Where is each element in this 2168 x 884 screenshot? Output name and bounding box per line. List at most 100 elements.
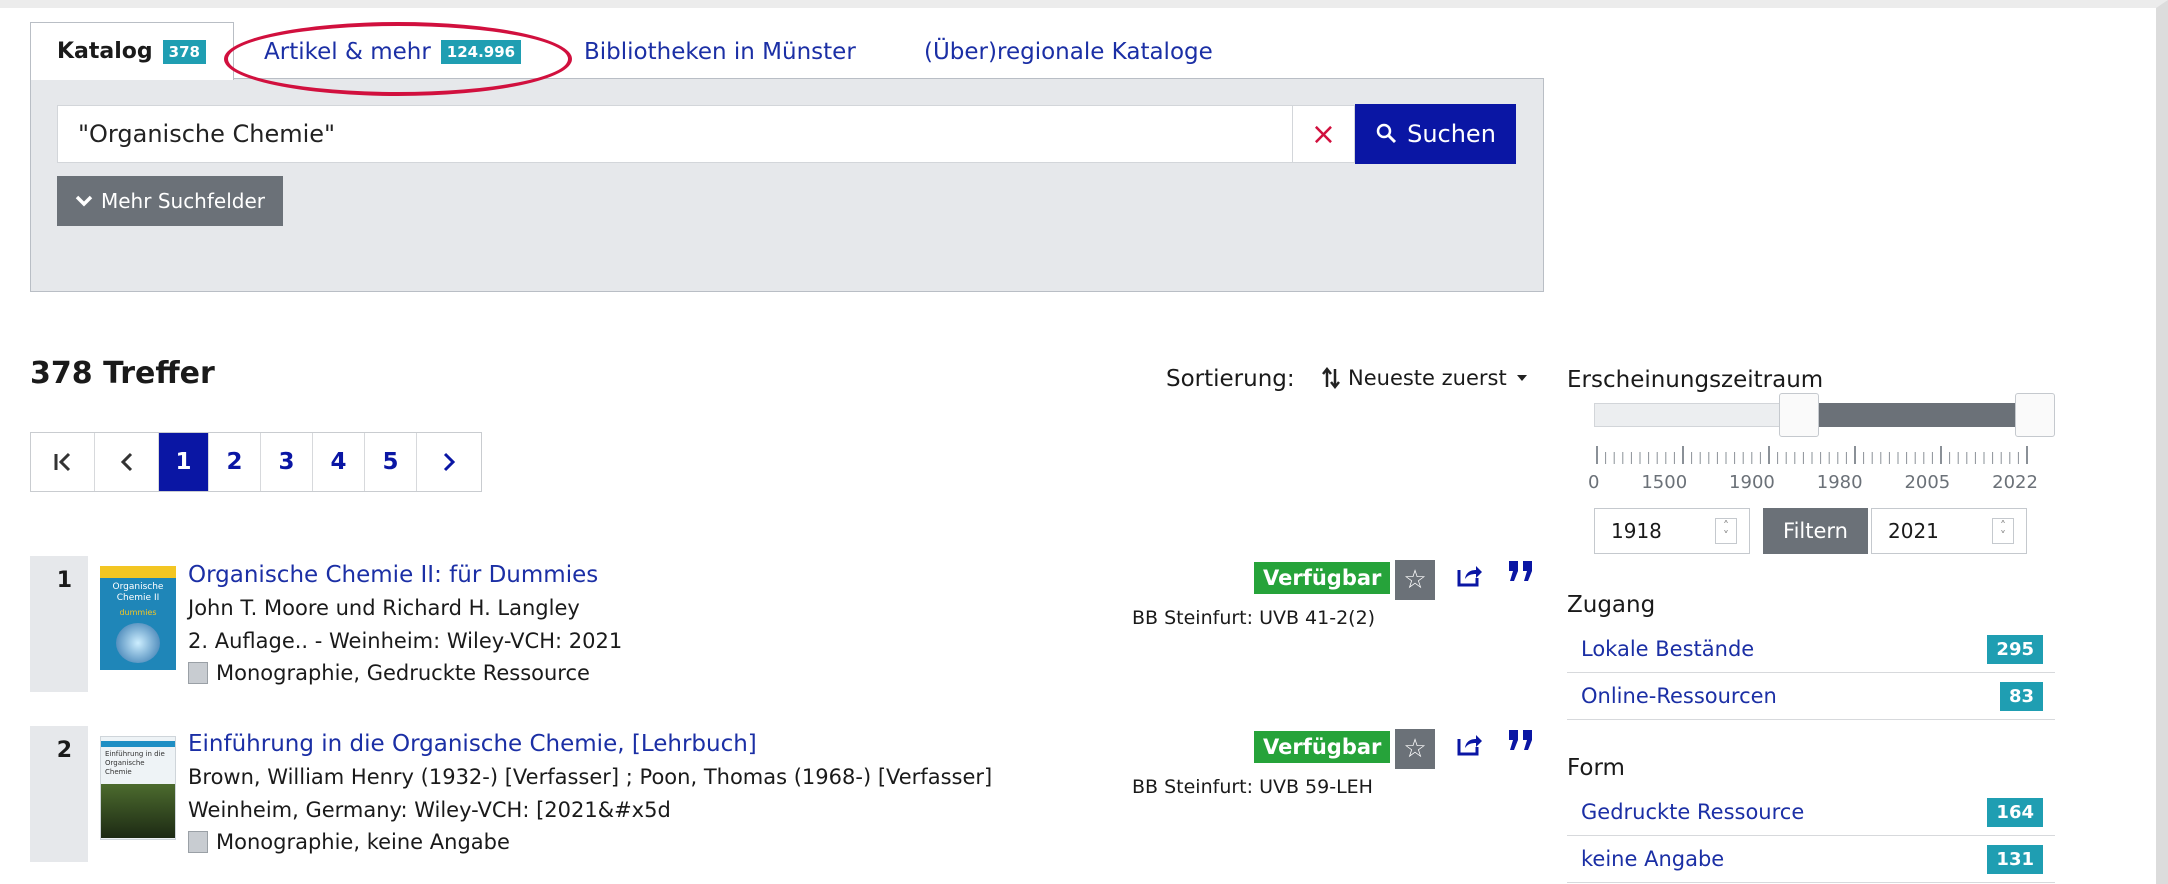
clear-search-button[interactable]: × <box>1293 105 1355 163</box>
page-3[interactable]: 3 <box>261 433 313 491</box>
first-page-icon <box>54 452 70 472</box>
search-input[interactable]: "Organische Chemie" <box>57 105 1293 163</box>
search-icon <box>1376 123 1397 144</box>
tab-regional[interactable]: (Über)regionale Kataloge <box>924 34 1213 70</box>
next-page-button[interactable] <box>417 433 481 491</box>
year-to-value: 2021 <box>1888 519 1939 543</box>
facet-item-label: Gedruckte Ressource <box>1581 800 1805 824</box>
chevron-left-icon <box>120 452 132 472</box>
result-location: BB Steinfurt: UVB 59-LEH <box>1132 776 1373 798</box>
book-cover[interactable]: Einführung in die Organische Chemie <box>100 736 176 840</box>
facet-item-count: 295 <box>1987 634 2043 664</box>
slider-handle-start[interactable] <box>1778 393 1819 437</box>
hits-count: 378 Treffer <box>30 356 215 391</box>
result-title-link[interactable]: Einführung in die Organische Chemie, [Le… <box>188 731 757 757</box>
caret-down-icon <box>1516 375 1527 381</box>
facet-item-count: 83 <box>1999 681 2043 711</box>
cover-title: Einführung in die Organische Chemie <box>105 750 165 776</box>
bookmark-button[interactable]: ☆ <box>1395 560 1435 600</box>
cover-image <box>101 784 175 838</box>
prev-page-button[interactable] <box>95 433 159 491</box>
result-edition: 2. Auflage.. - Weinheim: Wiley-VCH: 2021 <box>188 629 623 653</box>
pagination: 1 2 3 4 5 <box>30 432 482 492</box>
tab-katalog-count: 378 <box>162 39 206 64</box>
cover-title: Organische Chemie II <box>112 582 164 603</box>
page-1[interactable]: 1 <box>159 433 209 491</box>
result-edition: Weinheim, Germany: Wiley-VCH: [2021&#x5d <box>188 798 671 822</box>
cover-brand: dummies <box>119 608 157 617</box>
facet-item-label: Online-Ressourcen <box>1581 684 1777 708</box>
search-button[interactable]: Suchen <box>1355 104 1516 164</box>
facet-item-lokale-bestaende[interactable]: Lokale Bestände 295 <box>1567 626 2055 673</box>
facet-item-count: 164 <box>1987 797 2043 827</box>
page-2[interactable]: 2 <box>209 433 261 491</box>
first-page-button[interactable] <box>31 433 95 491</box>
tick-label: 2005 <box>1904 472 1951 493</box>
share-icon <box>1457 735 1482 756</box>
tab-artikel-count: 124.996 <box>440 40 522 64</box>
share-button[interactable] <box>1456 731 1484 764</box>
close-icon: × <box>1310 116 1337 152</box>
facet-form-title: Form <box>1567 755 1625 781</box>
availability-badge[interactable]: Verfügbar <box>1254 731 1391 763</box>
share-icon <box>1457 566 1482 587</box>
page-4[interactable]: 4 <box>313 433 365 491</box>
year-slider-range <box>1798 403 2036 427</box>
slider-handle-end[interactable] <box>2015 393 2056 437</box>
cite-button[interactable] <box>1506 558 1536 591</box>
facet-item-online-ressourcen[interactable]: Online-Ressourcen 83 <box>1567 673 2055 720</box>
book-icon <box>188 662 208 684</box>
page-5[interactable]: 5 <box>365 433 417 491</box>
bookmark-button[interactable]: ☆ <box>1395 729 1435 769</box>
result-authors: John T. Moore und Richard H. Langley <box>188 596 580 620</box>
more-search-fields-label: Mehr Suchfelder <box>101 189 265 213</box>
sort-value: Neueste zuerst <box>1348 366 1507 390</box>
quote-icon <box>1509 561 1532 581</box>
cite-button[interactable] <box>1506 727 1536 760</box>
year-from-value: 1918 <box>1611 519 1662 543</box>
result-authors: Brown, William Henry (1932-) [Verfasser]… <box>188 765 993 789</box>
result-type-label: Monographie, keine Angabe <box>216 830 510 854</box>
share-button[interactable] <box>1456 562 1484 595</box>
tab-bibliotheken[interactable]: Bibliotheken in Münster <box>584 34 856 70</box>
facet-period-title: Erscheinungszeitraum <box>1567 367 1824 393</box>
sort-dropdown[interactable]: Neueste zuerst <box>1322 366 1529 390</box>
cover-stripe <box>100 566 176 578</box>
tab-katalog-label: Katalog <box>57 39 153 64</box>
facet-item-keine-angabe[interactable]: keine Angabe 131 <box>1567 836 2055 883</box>
year-from-input[interactable]: 1918 ˄ ˅ <box>1594 508 1750 554</box>
book-cover[interactable]: Organische Chemie II dummies <box>100 566 176 670</box>
availability-badge[interactable]: Verfügbar <box>1254 562 1391 594</box>
facet-item-label: Lokale Bestände <box>1581 637 1755 661</box>
tick-label: 2022 <box>1992 472 2038 493</box>
star-icon: ☆ <box>1403 734 1427 764</box>
stepper-icon[interactable]: ˄ ˅ <box>1715 518 1737 544</box>
star-icon: ☆ <box>1403 565 1427 595</box>
facet-item-gedruckte-ressource[interactable]: Gedruckte Ressource 164 <box>1567 789 2055 836</box>
tick-label: 1900 <box>1729 472 1775 493</box>
tab-katalog[interactable]: Katalog 378 <box>30 22 234 80</box>
chevron-down-icon <box>75 195 93 207</box>
cover-image <box>116 623 160 663</box>
sort-label: Sortierung: <box>1166 366 1295 392</box>
result-number: 1 <box>30 556 88 692</box>
result-title-link[interactable]: Organische Chemie II: für Dummies <box>188 562 598 588</box>
result-type: Monographie, Gedruckte Ressource <box>188 661 590 685</box>
facet-item-count: 131 <box>1987 844 2043 874</box>
sort-icon <box>1322 367 1340 389</box>
slider-ticks <box>1596 446 2028 464</box>
year-to-input[interactable]: 2021 ˄ ˅ <box>1871 508 2027 554</box>
facet-item-label: keine Angabe <box>1581 847 1725 871</box>
filter-button[interactable]: Filtern <box>1763 508 1868 554</box>
stepper-icon[interactable]: ˄ ˅ <box>1992 518 2014 544</box>
tick-label: 0 <box>1588 472 1600 493</box>
tab-bibliotheken-label: Bibliotheken in Münster <box>584 39 856 65</box>
result-type-label: Monographie, Gedruckte Ressource <box>216 661 590 685</box>
tick-label: 1500 <box>1641 472 1688 493</box>
search-button-label: Suchen <box>1407 120 1496 148</box>
result-location: BB Steinfurt: UVB 41-2(2) <box>1132 607 1376 629</box>
quote-icon <box>1509 730 1532 750</box>
tab-artikel[interactable]: Artikel & mehr 124.996 <box>264 34 522 70</box>
more-search-fields-button[interactable]: Mehr Suchfelder <box>57 176 283 226</box>
result-type: Monographie, keine Angabe <box>188 830 510 854</box>
